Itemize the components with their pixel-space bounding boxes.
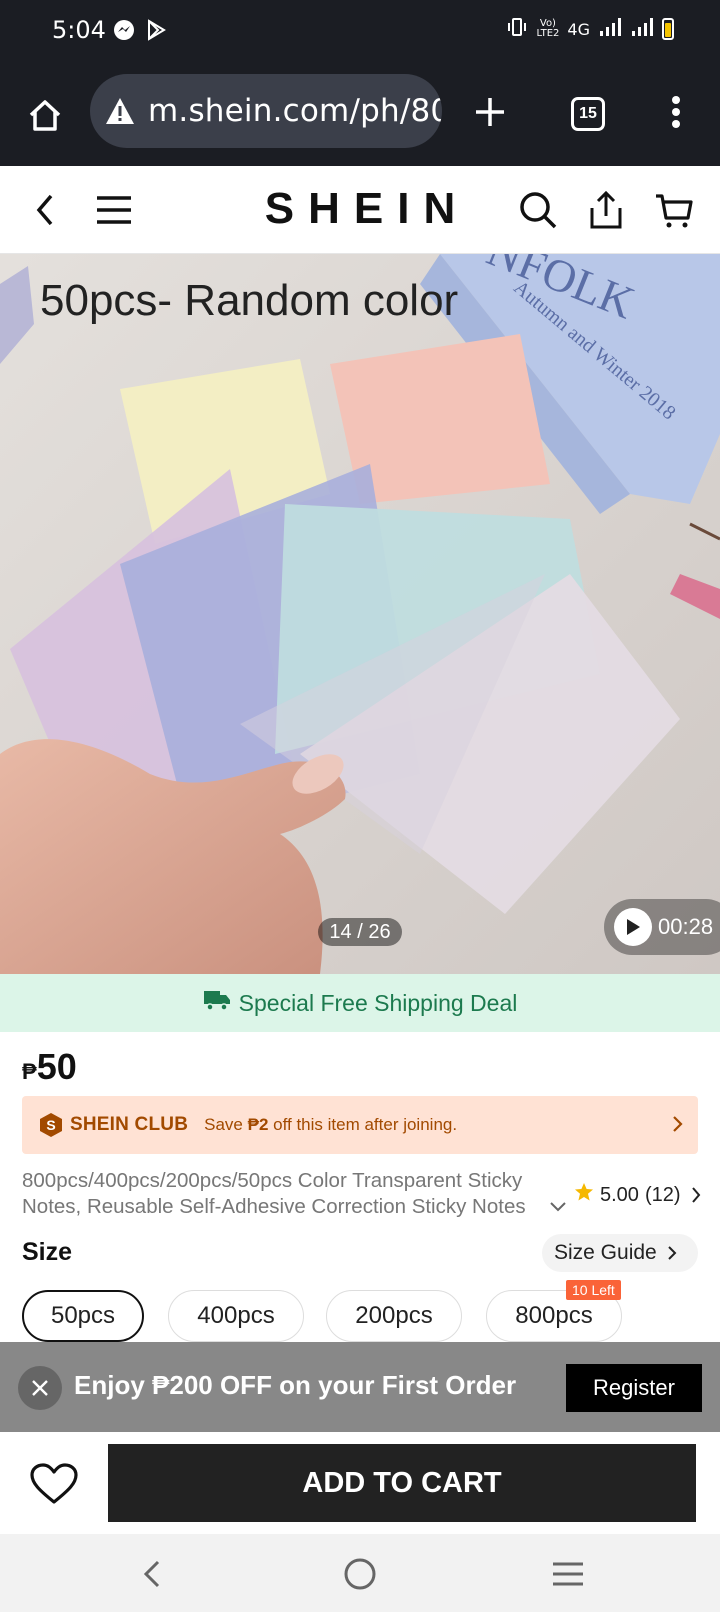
club-logo-icon: S — [38, 1112, 64, 1138]
new-tab-icon[interactable] — [468, 90, 512, 134]
volte-indicator: Vo) LTE2 — [536, 19, 559, 39]
url-text[interactable]: m.shein.com/ph/80C — [148, 93, 442, 129]
promo-text: Enjoy ₱200 OFF on your First Order — [74, 1370, 517, 1400]
review-count: (12) — [644, 1183, 681, 1206]
home-icon[interactable] — [20, 90, 70, 140]
shipping-label: Special Free Shipping Deal — [238, 989, 518, 1016]
warning-icon[interactable] — [104, 96, 136, 126]
image-caption: 50pcs- Random color — [40, 276, 459, 325]
share-icon[interactable] — [582, 186, 630, 234]
register-button[interactable]: Register — [566, 1364, 702, 1412]
size-option-400pcs[interactable]: 400pcs — [168, 1290, 304, 1342]
play-icon[interactable] — [614, 908, 652, 946]
url-bar[interactable]: m.shein.com/ph/80C — [90, 74, 442, 148]
expand-title-chevron-icon[interactable] — [548, 1200, 568, 1219]
star-icon — [574, 1182, 594, 1208]
browser-toolbar: m.shein.com/ph/80C 15 — [0, 62, 720, 166]
rating-value: 5.00 — [600, 1183, 639, 1206]
product-image[interactable]: NFOLK Autumn and Winter 2018 50pcs- Rand… — [0, 254, 720, 974]
product-price: ₱50 — [22, 1046, 77, 1088]
video-button[interactable]: 00:28 — [604, 899, 720, 955]
cart-icon[interactable] — [650, 186, 698, 234]
messenger-icon — [112, 18, 136, 42]
tab-count[interactable]: 15 — [571, 97, 605, 131]
site-header: SHEIN — [0, 166, 720, 254]
play-store-icon — [144, 18, 168, 42]
nav-recents-icon[interactable] — [546, 1552, 590, 1596]
rating-chevron-icon[interactable] — [691, 1186, 701, 1204]
status-bar: 5:04 Vo) LTE2 4G — [0, 0, 720, 62]
status-time: 5:04 — [52, 16, 106, 44]
add-to-cart-button[interactable]: ADD TO CART — [108, 1444, 696, 1522]
club-offer-amount: ₱2 — [247, 1115, 269, 1134]
product-title[interactable]: 800pcs/400pcs/200pcs/50pcs Color Transpa… — [22, 1168, 574, 1220]
battery-icon — [662, 18, 674, 40]
club-name: SHEIN CLUB — [70, 1114, 189, 1135]
signal-icon — [598, 17, 622, 41]
chevron-right-icon — [668, 1246, 677, 1260]
bottom-action-bar: ADD TO CART — [0, 1432, 720, 1534]
size-guide-button[interactable]: Size Guide — [542, 1234, 698, 1272]
image-counter: 14 / 26 — [318, 918, 402, 946]
signal-icon-2 — [630, 17, 654, 41]
close-icon[interactable] — [18, 1366, 62, 1410]
size-label: Size — [22, 1238, 73, 1266]
size-option-50pcs[interactable]: 50pcs — [22, 1290, 144, 1342]
shein-club-banner[interactable]: S SHEIN CLUB Save ₱2 off this item after… — [22, 1096, 698, 1154]
tab-switcher-button[interactable]: 15 — [566, 92, 610, 136]
product-rating[interactable]: 5.00 (12) — [574, 1182, 701, 1208]
product-photo: NFOLK Autumn and Winter 2018 — [0, 254, 720, 974]
heart-icon[interactable] — [26, 1458, 82, 1510]
volte-line2: LTE2 — [536, 28, 560, 39]
menu-dots-icon[interactable] — [656, 90, 696, 134]
shipping-banner: Special Free Shipping Deal — [0, 974, 720, 1032]
nav-home-icon[interactable] — [338, 1552, 382, 1596]
network-type: 4G — [567, 19, 590, 39]
first-order-promo: Enjoy ₱200 OFF on your First Order Regis… — [0, 1342, 720, 1432]
club-offer: Save ₱2 off this item after joining. — [204, 1115, 457, 1135]
chevron-right-icon[interactable] — [672, 1114, 684, 1139]
truck-icon — [203, 989, 239, 1017]
status-right: Vo) LTE2 4G — [506, 16, 674, 42]
svg-text:S: S — [46, 1117, 55, 1133]
currency-symbol: ₱ — [22, 1059, 37, 1084]
size-guide-label: Size Guide — [554, 1241, 657, 1264]
size-option-200pcs[interactable]: 200pcs — [326, 1290, 462, 1342]
nav-back-icon[interactable] — [130, 1552, 174, 1596]
club-offer-prefix: Save — [204, 1115, 248, 1134]
search-icon[interactable] — [514, 186, 562, 234]
club-offer-suffix: off this item after joining. — [268, 1115, 458, 1134]
vibrate-icon — [506, 16, 528, 42]
stock-badge: 10 Left — [566, 1280, 621, 1300]
video-duration: 00:28 — [658, 914, 714, 939]
price-value: 50 — [36, 1046, 77, 1087]
system-nav-bar — [0, 1534, 720, 1612]
